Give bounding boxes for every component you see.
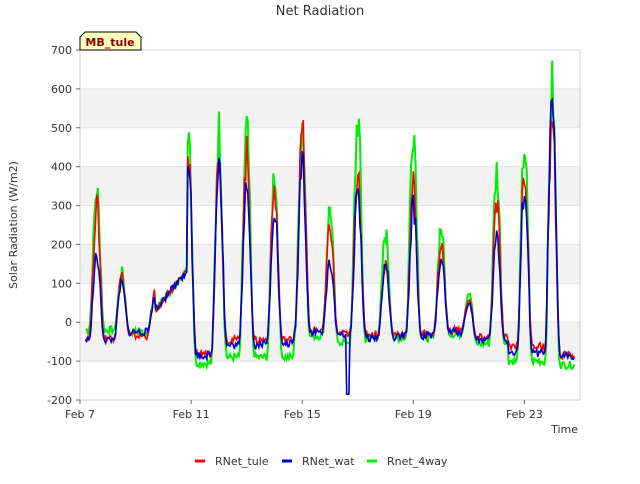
- y-tick-label: 0: [65, 316, 72, 329]
- y-tick-label: 500: [51, 122, 72, 135]
- x-tick-label: Feb 15: [284, 408, 321, 421]
- legend-label: RNet_tule: [215, 455, 269, 468]
- y-tick-label: 200: [51, 238, 72, 251]
- y-tick-label: 600: [51, 83, 72, 96]
- x-tick-label: Feb 19: [395, 408, 432, 421]
- chart: -200 -100 0 100 200 300 400 500 600 700 Feb 7 Feb …: [0, 0, 640, 480]
- grid-band: [80, 166, 580, 206]
- y-axis-label: Solar Radiation (W/m2): [7, 161, 20, 289]
- x-tick-label: Feb 7: [65, 408, 95, 421]
- y-tick-label: -100: [47, 355, 72, 368]
- y-tick-label: -200: [47, 394, 72, 407]
- legend: RNet_tule RNet_wat Rnet_4way: [195, 455, 448, 468]
- grid-band: [80, 127, 580, 167]
- grid-bands: [80, 49, 580, 401]
- annotation-box: MB_tule: [79, 31, 142, 51]
- grid-band: [80, 361, 580, 400]
- y-tick-label: 300: [51, 200, 72, 213]
- x-tick-label: Feb 23: [506, 408, 543, 421]
- annotation-label: MB_tule: [85, 36, 134, 49]
- x-axis-label: Time: [550, 423, 578, 436]
- chart-svg: -200 -100 0 100 200 300 400 500 600 700 Feb 7 Feb …: [0, 0, 640, 480]
- chart-title: Net Radiation: [276, 4, 364, 19]
- legend-label: Rnet_4way: [387, 455, 448, 468]
- y-tick-label: 100: [51, 277, 72, 290]
- y-tick-label: 700: [51, 44, 72, 57]
- x-tick-label: Feb 11: [173, 408, 210, 421]
- legend-label: RNet_wat: [302, 455, 355, 468]
- grid-band: [80, 88, 580, 128]
- grid-band: [80, 50, 580, 89]
- y-tick-label: 400: [51, 161, 72, 174]
